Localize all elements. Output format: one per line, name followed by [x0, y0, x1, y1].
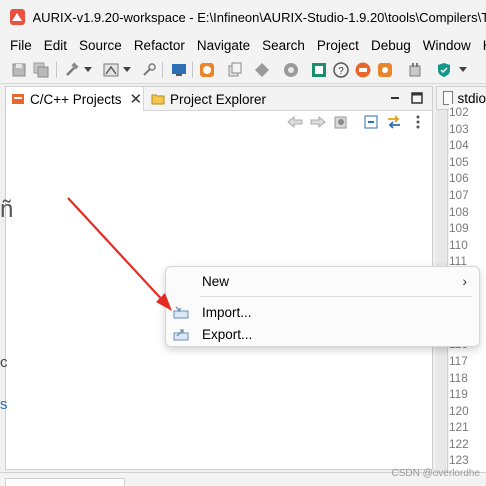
copy-icon[interactable]: [226, 61, 244, 79]
menu-item-import[interactable]: Import...: [166, 301, 479, 323]
line-number: 123: [449, 453, 469, 468]
background-text-fragment: ñ: [0, 196, 14, 223]
close-icon[interactable]: ✕: [130, 90, 143, 108]
submenu-arrow-icon: ›: [462, 273, 467, 289]
aurix-app-icon: [10, 9, 25, 25]
module-icon[interactable]: [310, 61, 328, 79]
toolbar-separator: [192, 62, 193, 78]
line-number: 104: [449, 138, 469, 153]
tab-project-explorer-label: Project Explorer: [170, 91, 267, 107]
wrench-icon[interactable]: [140, 61, 158, 79]
line-number: 122: [449, 436, 469, 451]
menu-item-import-label: Import...: [202, 304, 252, 320]
save-all-icon[interactable]: [32, 61, 50, 79]
line-number: 108: [449, 204, 469, 219]
folder-icon: [150, 91, 166, 107]
minimize-icon[interactable]: [388, 91, 402, 105]
collapse-tree-icon[interactable]: [333, 114, 349, 130]
target-icon[interactable]: [253, 61, 271, 79]
panel-tab-bar: C/C++ Projects ✕ Project Explorer: [6, 87, 432, 111]
back-icon[interactable]: [287, 114, 303, 130]
maximize-icon[interactable]: [410, 91, 424, 105]
view-toolbar: [6, 111, 432, 133]
menu-window[interactable]: Window: [417, 38, 477, 53]
toolbar-separator: [162, 62, 163, 78]
line-number: 119: [449, 387, 468, 402]
shield-icon[interactable]: [435, 61, 453, 79]
line-number: 102: [449, 105, 469, 119]
menu-bar: File Edit Source Refactor Navigate Searc…: [0, 34, 486, 56]
collapse-all-icon[interactable]: [363, 114, 379, 130]
dropdown-icon[interactable]: [122, 61, 132, 79]
menu-source[interactable]: Source: [73, 38, 128, 53]
tab-cpp-projects-label: C/C++ Projects: [30, 91, 122, 107]
import-icon: [173, 304, 189, 320]
menu-separator: [200, 296, 472, 297]
build-config-icon[interactable]: [102, 61, 120, 79]
line-number: 117: [449, 353, 468, 368]
menu-project[interactable]: Project: [311, 38, 365, 53]
line-number: 121: [449, 420, 469, 435]
line-number: 109: [449, 221, 469, 236]
line-number: 103: [449, 121, 469, 136]
orange-badge-icon[interactable]: [376, 61, 394, 79]
cpp-projects-icon: [10, 91, 26, 107]
context-menu: New › Import... Export...: [165, 266, 480, 347]
menu-item-new-label: New: [202, 273, 230, 289]
watermark: CSDN @overlordhe: [391, 468, 480, 479]
menu-item-export-label: Export...: [202, 326, 253, 342]
file-icon: [443, 91, 454, 105]
menu-debug[interactable]: Debug: [365, 38, 417, 53]
line-number: 107: [449, 187, 469, 202]
terminal-icon[interactable]: [170, 61, 188, 79]
help-icon[interactable]: ?: [332, 61, 350, 79]
menu-item-export[interactable]: Export...: [166, 323, 479, 345]
toolbar-separator: [56, 62, 57, 78]
tab-cpp-projects[interactable]: C/C++ Projects ✕: [6, 87, 144, 111]
settings-icon[interactable]: [282, 61, 300, 79]
line-number: 118: [449, 370, 468, 385]
menu-edit[interactable]: Edit: [38, 38, 73, 53]
clock-icon[interactable]: [198, 61, 216, 79]
chevron-down-icon[interactable]: [458, 61, 468, 79]
line-number: 110: [449, 237, 468, 252]
line-number: 106: [449, 171, 469, 186]
forward-icon[interactable]: [310, 114, 326, 130]
background-text-fragment: s: [0, 396, 8, 413]
plugin-icon[interactable]: [406, 61, 424, 79]
dropdown-icon[interactable]: [83, 61, 93, 79]
view-menu-icon[interactable]: [410, 114, 426, 130]
main-toolbar: ?: [0, 56, 486, 84]
build-hammer-icon[interactable]: [63, 61, 81, 79]
line-number: 120: [449, 403, 469, 418]
save-icon[interactable]: [10, 61, 28, 79]
avatar-icon[interactable]: [354, 61, 372, 79]
menu-search[interactable]: Search: [256, 38, 311, 53]
menu-refactor[interactable]: Refactor: [128, 38, 191, 53]
menu-navigate[interactable]: Navigate: [191, 38, 256, 53]
svg-text:?: ?: [338, 66, 344, 77]
tab-project-explorer[interactable]: Project Explorer: [146, 87, 266, 111]
link-editor-icon[interactable]: [386, 114, 402, 130]
menu-item-new[interactable]: New ›: [166, 270, 479, 292]
window-title: AURIX-v1.9.20-workspace - E:\Infineon\AU…: [32, 9, 486, 25]
title-bar: AURIX-v1.9.20-workspace - E:\Infineon\AU…: [0, 0, 486, 34]
menu-help[interactable]: H: [477, 38, 486, 53]
background-text-fragment: c: [0, 354, 8, 371]
line-number: 105: [449, 154, 469, 169]
menu-file[interactable]: File: [0, 38, 38, 53]
bottom-panel-tab[interactable]: [5, 478, 125, 486]
export-icon: [173, 326, 189, 342]
